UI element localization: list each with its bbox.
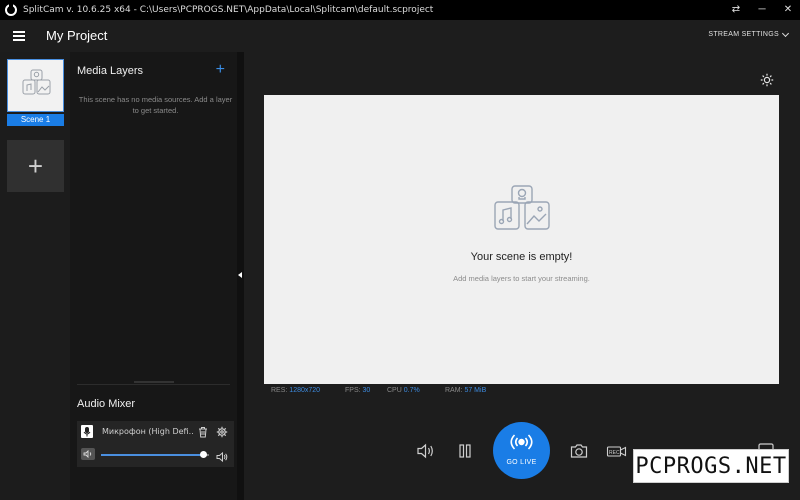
scene-thumbnail[interactable] <box>7 59 64 112</box>
swap-window-icon[interactable]: ⇄ <box>730 0 742 20</box>
empty-scene-title: Your scene is empty! <box>470 251 573 263</box>
window-title: SplitCam v. 10.6.25 x64 - C:\Users\PCPRO… <box>23 5 434 15</box>
panel-resize-handle[interactable] <box>134 381 174 383</box>
record-icon[interactable]: REC <box>606 441 627 461</box>
stream-settings-button[interactable]: STREAM SETTINGS <box>708 29 790 38</box>
window-controls: ⇄ ─ ✕ <box>730 0 794 20</box>
minimize-button[interactable]: ─ <box>756 0 768 20</box>
pcprogs-watermark: PCPROGS.NET <box>633 449 789 483</box>
microphone-icon <box>81 425 93 438</box>
fps-label: FPS: <box>345 387 361 394</box>
trash-icon[interactable] <box>197 425 209 438</box>
close-button[interactable]: ✕ <box>782 0 794 20</box>
fps-value: 30 <box>362 387 371 394</box>
brightness-icon[interactable] <box>760 73 774 87</box>
media-layers-panel: Media Layers + This scene has no media s… <box>70 52 237 500</box>
scene-canvas[interactable]: Your scene is empty! Add media layers to… <box>264 95 779 384</box>
cpu-label: CPU <box>387 387 402 394</box>
audio-mixer-title: Audio Mixer <box>77 398 136 410</box>
volume-slider-handle[interactable] <box>200 451 207 458</box>
add-layer-button[interactable]: + <box>216 61 225 79</box>
collapse-arrow-icon[interactable] <box>238 272 242 278</box>
ram-label: RAM: <box>445 387 463 394</box>
res-stat: RES: 1280x720 <box>271 387 320 394</box>
media-placeholder-icon <box>22 69 51 95</box>
speaker-volume-icon[interactable] <box>216 450 228 463</box>
splitcam-logo-icon <box>5 3 17 16</box>
pause-icon[interactable] <box>455 441 475 461</box>
preview-area: Your scene is empty! Add media layers to… <box>244 52 800 500</box>
cpu-stat: CPU 0.7% <box>387 387 420 394</box>
camera-icon[interactable] <box>569 441 589 461</box>
ram-stat: RAM: 57 MiB <box>445 387 486 394</box>
go-live-button[interactable]: GO LIVE <box>493 422 550 479</box>
res-value: 1280x720 <box>289 387 321 394</box>
scene-label[interactable]: Scene 1 <box>7 114 64 126</box>
app-header: My Project STREAM SETTINGS <box>0 20 800 52</box>
audio-source-row: Микрофон (High Defi... <box>77 421 234 467</box>
audio-source-name: Микрофон (High Defi... <box>102 427 194 436</box>
speaker-icon[interactable] <box>416 441 436 461</box>
broadcast-icon <box>510 434 533 450</box>
panel-collapse-strip[interactable] <box>237 52 244 500</box>
divider <box>77 384 230 385</box>
media-placeholder-icon <box>494 185 550 230</box>
ram-value: 57 MiB <box>464 387 487 394</box>
chevron-down-icon <box>781 29 790 37</box>
gear-icon[interactable] <box>216 425 228 438</box>
hamburger-menu-icon[interactable] <box>13 31 25 41</box>
add-scene-button[interactable]: + <box>7 140 64 192</box>
go-live-label: GO LIVE <box>506 459 537 466</box>
cpu-value: 0.7% <box>403 387 420 394</box>
empty-scene-subtitle: Add media layers to start your streaming… <box>453 274 590 283</box>
scenes-panel: Scene 1 + <box>0 52 70 500</box>
svg-text:REC: REC <box>609 450 620 456</box>
project-title: My Project <box>46 28 108 43</box>
media-layers-title: Media Layers <box>77 65 144 77</box>
fps-stat: FPS: 30 <box>345 387 370 394</box>
monitor-audio-icon[interactable] <box>81 448 95 460</box>
stream-settings-label: STREAM SETTINGS <box>708 31 779 38</box>
res-label: RES: <box>271 387 288 394</box>
title-bar: SplitCam v. 10.6.25 x64 - C:\Users\PCPRO… <box>0 0 800 20</box>
layers-empty-message: This scene has no media sources. Add a l… <box>78 95 233 115</box>
volume-slider-track[interactable] <box>101 454 204 456</box>
